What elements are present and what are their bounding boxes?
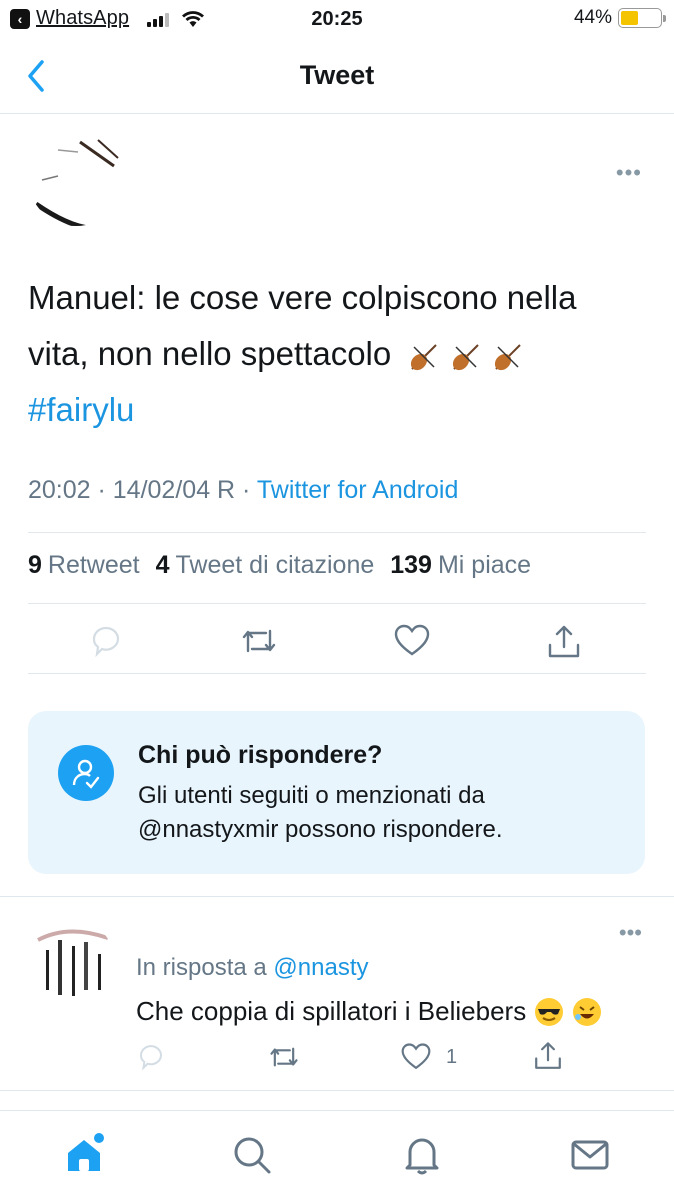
battery-percent: 44% xyxy=(573,7,612,28)
tweet-text-line-2: vita, non nello spettacolo xyxy=(28,335,392,372)
rofl-emoji-icon xyxy=(573,997,602,1026)
tweet-timestamp: 20:02 · 14/02/04 R · xyxy=(28,476,251,504)
notifications-icon[interactable] xyxy=(400,1133,444,1177)
likes-label: Mi piace xyxy=(437,551,532,579)
page-title: Tweet xyxy=(299,60,375,90)
divider xyxy=(28,673,646,674)
home-icon[interactable] xyxy=(62,1133,106,1177)
bottom-tab-bar xyxy=(0,1110,674,1200)
reply-like-count: 1 xyxy=(446,1046,458,1068)
reply-icon[interactable] xyxy=(88,623,124,659)
sunglasses-emoji-icon xyxy=(535,997,564,1026)
retweet-icon[interactable] xyxy=(240,623,278,659)
tweet-actions xyxy=(28,618,646,668)
reply-share-icon[interactable] xyxy=(532,1040,564,1072)
reply-to-label: In risposta a xyxy=(136,954,267,981)
reply-like-icon[interactable] xyxy=(400,1042,432,1072)
divider xyxy=(0,1090,674,1091)
retweets-label: Retweet xyxy=(47,551,140,579)
reply-more-options-icon[interactable]: ••• xyxy=(619,920,642,946)
messages-icon[interactable] xyxy=(568,1133,612,1177)
mention-user-icon xyxy=(58,745,114,801)
quotes-label: Tweet di citazione xyxy=(175,551,375,579)
retweets-count: 9 xyxy=(28,551,42,579)
likes-stat[interactable]: 139 Mi piace xyxy=(390,551,531,580)
tweet-stats: 9 Retweet 4 Tweet di citazione 139 Mi piace xyxy=(28,551,531,580)
reply-text: Che coppia di spillatori i Beliebers xyxy=(136,996,602,1027)
likes-count: 139 xyxy=(390,551,432,579)
reply-actions: 1 xyxy=(136,1040,636,1080)
who-can-reply-title: Chi può rispondere? xyxy=(138,741,383,769)
battery-fill xyxy=(621,11,638,25)
share-icon[interactable] xyxy=(545,623,583,661)
reply-retweet-icon[interactable] xyxy=(268,1042,300,1072)
more-options-icon[interactable]: ••• xyxy=(616,160,642,186)
clock: 20:25 xyxy=(311,8,363,30)
quotes-stat[interactable]: 4 Tweet di citazione xyxy=(156,551,375,580)
tweet-text: Manuel: le cose vere colpiscono nella vi… xyxy=(28,270,648,438)
tweet-source-link[interactable]: Twitter for Android xyxy=(257,476,458,504)
reply-text-content: Che coppia di spillatori i Beliebers xyxy=(136,996,527,1026)
battery-status: 44% xyxy=(573,7,666,29)
tweet-meta: 20:02 · 14/02/04 R · Twitter for Android xyxy=(28,476,458,505)
who-can-reply-description: Gli utenti seguiti o menzionati da @nnas… xyxy=(138,782,503,843)
search-icon[interactable] xyxy=(230,1133,274,1177)
divider xyxy=(28,532,646,533)
quotes-count: 4 xyxy=(155,551,170,579)
reply-restriction-box: Chi può rispondere? Gli utenti seguiti o… xyxy=(28,711,645,874)
status-bar: ‹ WhatsApp 20:25 44% xyxy=(0,0,674,38)
battery-icon xyxy=(618,8,666,28)
divider xyxy=(28,603,646,604)
like-icon[interactable] xyxy=(393,623,431,659)
hashtag-link[interactable]: #fairylu xyxy=(28,382,648,438)
tweet-text-line-1: Manuel: le cose vere colpiscono nella xyxy=(28,279,577,316)
reply-reply-icon[interactable] xyxy=(136,1042,166,1072)
reply-to-handle[interactable]: @nnasty xyxy=(273,954,368,981)
divider xyxy=(0,896,674,897)
reply-author-avatar[interactable] xyxy=(28,920,116,1008)
reply-to-line: In risposta a @nnasty xyxy=(136,954,368,982)
author-avatar[interactable] xyxy=(28,130,124,226)
nav-bar: Tweet xyxy=(0,38,674,114)
violin-emoji-icons xyxy=(406,337,528,375)
retweets-stat[interactable]: 9 Retweet xyxy=(28,551,140,580)
